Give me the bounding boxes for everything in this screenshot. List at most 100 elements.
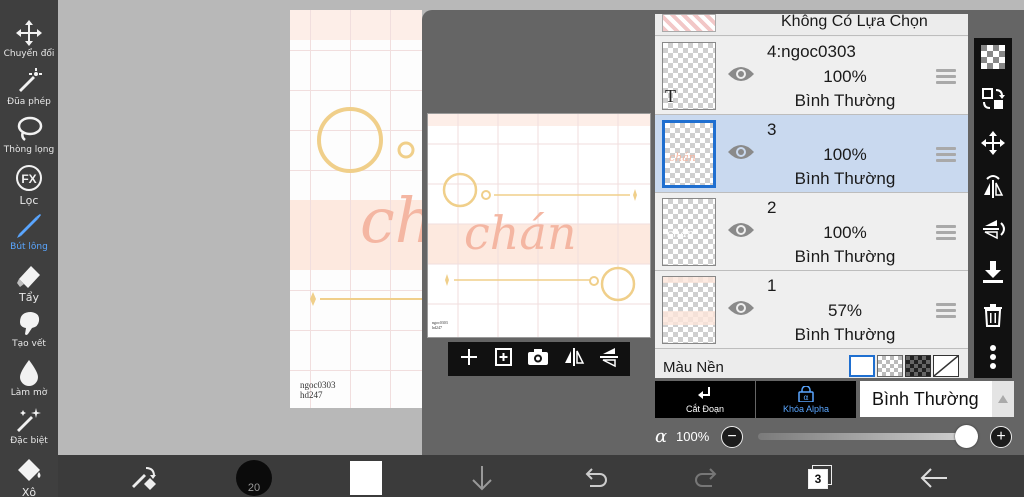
brush-size-button[interactable]: 20 <box>234 460 274 496</box>
layer-thumbnail: T <box>662 42 716 110</box>
layer-row-partial[interactable]: Không Có Lựa Chọn <box>655 14 968 36</box>
canvas-artwork-text: chán <box>360 184 422 257</box>
redo-button[interactable] <box>690 461 726 495</box>
drawing-canvas[interactable]: chán ngoc0303 hd247 <box>290 10 422 408</box>
preview-actions <box>448 342 630 376</box>
preview-credit-tag: hd247 <box>432 325 442 330</box>
move-icon <box>14 18 44 48</box>
layer-row-4[interactable]: T 4:ngoc0303 100% Bình Thường <box>655 37 968 115</box>
layer-thumbnail: chán <box>662 120 716 188</box>
flip-horizontal-icon[interactable] <box>563 347 585 372</box>
swap-brush-eraser-button[interactable] <box>126 461 162 495</box>
drag-handle-icon[interactable] <box>936 303 956 321</box>
layers-stack-icon: 3 <box>808 465 834 491</box>
brush-icon <box>14 211 44 241</box>
new-transparent-layer-icon[interactable] <box>974 42 1012 72</box>
tool-move[interactable]: Chuyển đổi <box>0 18 58 59</box>
layer-thumbnail: chán <box>662 198 716 266</box>
move-layer-icon[interactable] <box>974 128 1012 158</box>
bg-white-swatch[interactable] <box>849 355 875 377</box>
opacity-slider-knob[interactable] <box>955 425 978 448</box>
flip-vertical-icon[interactable] <box>599 346 619 373</box>
tool-label: Chuyển đổi <box>3 49 55 59</box>
merge-down-icon[interactable] <box>974 257 1012 287</box>
blend-mode-arrow[interactable] <box>992 381 1014 417</box>
selection-layer-label: Không Có Lựa Chọn <box>781 14 928 30</box>
tool-brush[interactable]: Bút lông <box>0 211 58 252</box>
download-button[interactable] <box>464 461 500 495</box>
canvas-credit-name: ngoc0303 <box>300 380 336 390</box>
visibility-eye-icon[interactable] <box>727 65 755 88</box>
smudge-icon <box>14 308 44 338</box>
preview-artwork: chán ngoc0303 hd247 <box>428 114 650 337</box>
layer-swap-icon[interactable] <box>974 84 1012 114</box>
tool-bucket[interactable]: Xô <box>0 455 58 497</box>
visibility-eye-icon[interactable] <box>727 221 755 244</box>
blend-mode-value: Bình Thường <box>872 388 979 409</box>
lasso-icon <box>14 114 44 144</box>
drag-handle-icon[interactable] <box>936 147 956 165</box>
alpha-lock-label: Khóa Alpha <box>782 403 830 414</box>
clip-arrow-icon <box>698 386 710 399</box>
trash-icon[interactable] <box>974 300 1012 330</box>
redo-icon <box>695 468 717 487</box>
add-photo-layer-icon[interactable] <box>493 347 513 372</box>
more-icon[interactable] <box>974 342 1012 372</box>
color-swatch-button[interactable] <box>348 461 384 495</box>
tool-label: Thòng lọng <box>3 145 55 155</box>
drag-handle-icon[interactable] <box>936 225 956 243</box>
layer-thumbnail <box>662 276 716 344</box>
text-layer-icon: T <box>665 86 676 106</box>
visibility-eye-icon[interactable] <box>727 299 755 322</box>
tool-eraser[interactable]: Tẩy <box>0 260 58 304</box>
bucket-icon <box>14 455 44 485</box>
layer-blend-mode: Bình Thường <box>794 325 896 344</box>
tool-lasso[interactable]: Thòng lọng <box>0 114 58 155</box>
layers-button[interactable]: 3 <box>803 461 839 495</box>
tool-magic-wand[interactable]: Đũa phép <box>0 66 58 107</box>
layer-actions-column <box>974 38 1012 378</box>
tool-special[interactable]: Đặc biệt <box>0 405 58 446</box>
background-color-row: Màu Nền <box>655 355 968 378</box>
tool-label: Đũa phép <box>7 97 51 107</box>
visibility-eye-icon[interactable] <box>727 143 755 166</box>
layer-row-2[interactable]: chán 2 100% Bình Thường <box>655 193 968 271</box>
undo-button[interactable] <box>576 461 612 495</box>
tool-filter[interactable]: FX Lọc <box>0 163 58 207</box>
add-layer-icon[interactable] <box>459 347 479 372</box>
drag-handle-icon[interactable] <box>936 69 956 87</box>
bg-transparent-swatch[interactable] <box>877 355 903 377</box>
tool-blur[interactable]: Làm mờ <box>0 357 58 398</box>
camera-icon[interactable] <box>527 347 549 372</box>
fx-icon: FX <box>14 163 44 193</box>
back-button[interactable] <box>916 461 952 495</box>
flip-layer-vertical-icon[interactable] <box>974 214 1012 244</box>
svg-text:α: α <box>803 393 808 402</box>
flip-layer-horizontal-icon[interactable] <box>974 171 1012 201</box>
clipping-label: Cắt Đoạn <box>685 403 725 414</box>
drop-icon <box>14 357 44 387</box>
magic-wand-icon <box>14 66 44 96</box>
alpha-symbol: α <box>655 426 668 447</box>
alpha-lock-icon: α <box>798 385 814 402</box>
layer-name: 2 <box>767 198 777 217</box>
tool-label: Tạo vết <box>12 339 46 349</box>
clipping-button[interactable]: Cắt Đoạn <box>655 381 755 418</box>
tool-label: Tẩy <box>19 291 39 304</box>
bg-none-swatch[interactable] <box>933 355 959 377</box>
undo-icon <box>585 468 607 487</box>
layer-row-1[interactable]: 1 57% Bình Thường <box>655 271 968 349</box>
layer-blend-mode: Bình Thường <box>794 169 896 188</box>
layer-opacity: 100% <box>823 67 867 86</box>
layer-row-3[interactable]: chán 3 100% Bình Thường <box>655 115 968 193</box>
opacity-value: 100% <box>676 429 710 444</box>
alpha-lock-button[interactable]: α Khóa Alpha <box>756 381 856 418</box>
bg-dark-swatch[interactable] <box>905 355 931 377</box>
opacity-decrease-button[interactable]: − <box>721 426 743 448</box>
opacity-slider-track[interactable] <box>758 433 964 440</box>
blend-mode-select[interactable]: Bình Thường <box>860 381 992 417</box>
tool-smudge[interactable]: Tạo vết <box>0 308 58 349</box>
opacity-increase-button[interactable]: + <box>990 426 1012 448</box>
sparkle-wand-icon <box>14 405 44 435</box>
tool-label: Đặc biệt <box>10 436 48 446</box>
